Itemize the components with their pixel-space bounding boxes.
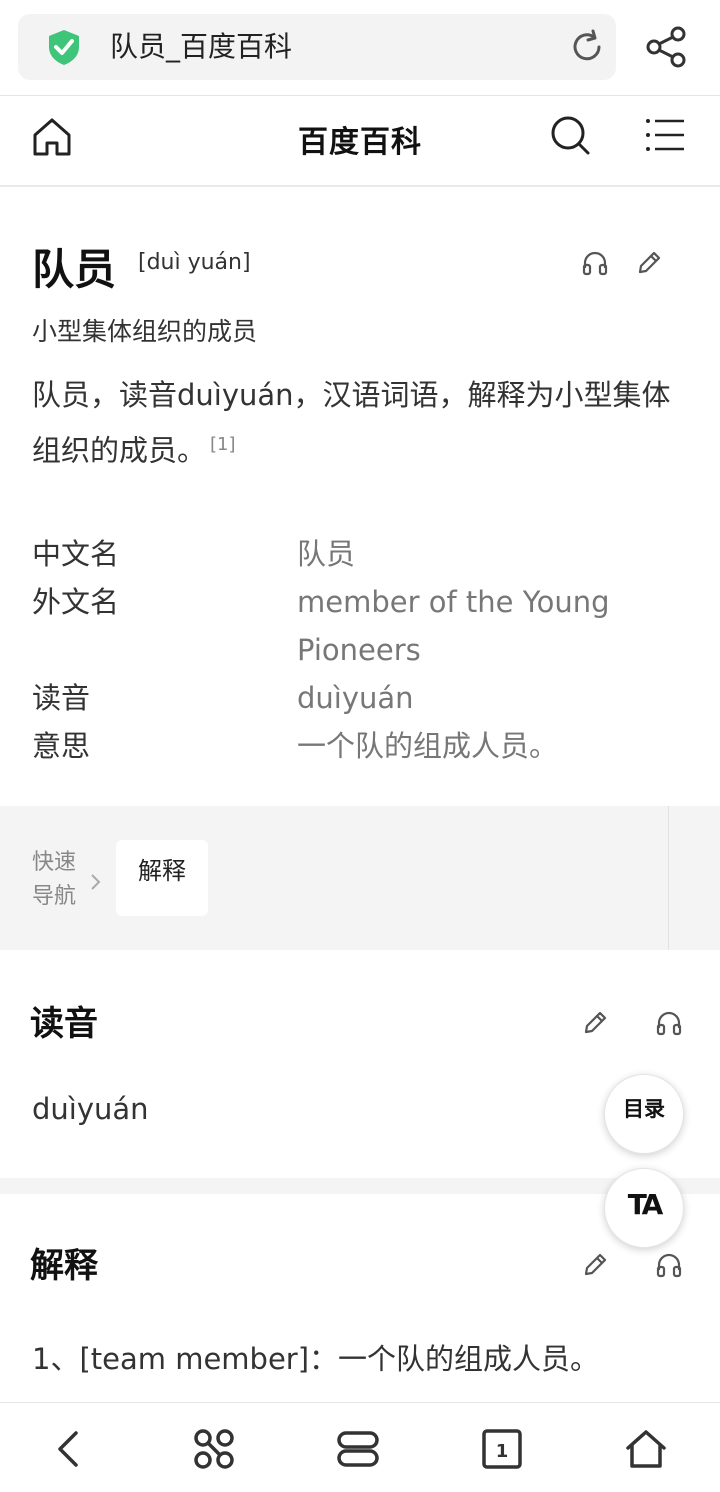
- infobox-row: 读音 duìyuán: [32, 674, 692, 722]
- headphones-icon[interactable]: [580, 248, 610, 278]
- edit-pencil-icon[interactable]: [580, 1250, 610, 1280]
- share-icon[interactable]: [644, 24, 690, 70]
- edit-pencil-icon[interactable]: [634, 248, 664, 278]
- browser-address-area: 队员_百度百科: [0, 0, 720, 96]
- menu-icon[interactable]: [644, 115, 688, 155]
- site-header: 百度百科: [0, 97, 720, 187]
- address-bar[interactable]: 队员_百度百科: [18, 14, 616, 80]
- infobox-row: 中文名 队员: [32, 530, 692, 578]
- infobox-key: 意思: [32, 729, 91, 763]
- table-of-contents-button[interactable]: 目录: [604, 1074, 684, 1154]
- apps-icon[interactable]: [192, 1427, 236, 1471]
- infobox-key: 外文名: [32, 585, 120, 619]
- home-icon[interactable]: [624, 1427, 668, 1471]
- infobox-value: 一个队的组成人员。: [297, 729, 559, 763]
- entry-title: 队员: [32, 245, 117, 294]
- headphones-icon[interactable]: [654, 1250, 684, 1280]
- chevron-right-icon: [91, 874, 101, 890]
- entry-pinyin: [duì yuán]: [138, 250, 251, 275]
- entry-summary: 队员，读音duìyuán，汉语词语，解释为小型集体组织的成员。 [1]: [32, 370, 682, 476]
- infobox-row: 外文名 member of the Young Pioneers: [32, 578, 692, 674]
- shield-check-icon: [49, 30, 79, 65]
- multi-window-icon[interactable]: [336, 1427, 380, 1471]
- back-icon[interactable]: [48, 1427, 92, 1471]
- section-heading: 解释: [30, 1246, 98, 1286]
- font-size-button[interactable]: TA: [604, 1168, 684, 1248]
- svg-text:1: 1: [496, 1441, 509, 1462]
- quick-navigation-label: 快速导航: [32, 850, 77, 909]
- section-pronunciation: 读音 duìyuán: [0, 950, 720, 1178]
- infobox: 中文名 队员 外文名 member of the Young Pioneers …: [32, 530, 692, 770]
- section-heading: 读音: [30, 1004, 98, 1044]
- headphones-icon[interactable]: [654, 1008, 684, 1038]
- search-icon[interactable]: [548, 113, 592, 157]
- infobox-key: 读音: [32, 681, 91, 715]
- infobox-value: 队员: [297, 537, 356, 571]
- quick-nav-item-explanation[interactable]: 解释: [116, 840, 208, 916]
- infobox-value: duìyuán: [297, 681, 414, 715]
- entry-summary-text: 队员，读音duìyuán，汉语词语，解释为小型集体组织的成员。: [32, 378, 671, 468]
- address-bar-title: 队员_百度百科: [110, 30, 293, 63]
- quick-navigation: 快速导航 解释: [0, 806, 720, 950]
- tabs-count-icon[interactable]: 1: [480, 1427, 524, 1471]
- section-body: duìyuán: [32, 1092, 149, 1126]
- browser-bottom-nav: 1: [0, 1402, 720, 1492]
- entry-subtitle: 小型集体组织的成员: [32, 317, 258, 346]
- divider: [668, 806, 669, 950]
- infobox-value: member of the Young Pioneers: [297, 585, 610, 667]
- section-body: 1、[team member]：一个队的组成人员。: [32, 1342, 600, 1376]
- infobox-key: 中文名: [32, 537, 120, 571]
- infobox-row: 意思 一个队的组成人员。: [32, 722, 692, 770]
- reference-link[interactable]: [1]: [210, 434, 236, 455]
- site-title[interactable]: 百度百科: [0, 117, 720, 161]
- edit-pencil-icon[interactable]: [580, 1008, 610, 1038]
- reload-icon[interactable]: [568, 28, 606, 66]
